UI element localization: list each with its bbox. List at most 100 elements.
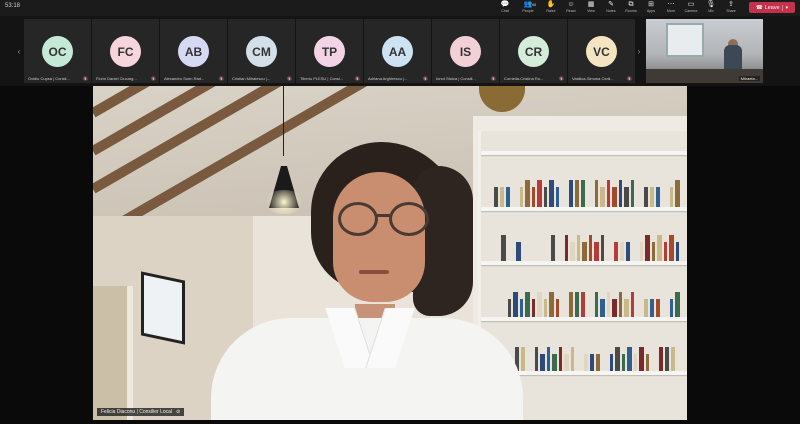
- book: [552, 354, 557, 371]
- book: [575, 180, 579, 207]
- book: [521, 347, 525, 371]
- book: [544, 299, 547, 317]
- book: [676, 242, 679, 261]
- chat-icon: 💬: [500, 1, 510, 8]
- book: [590, 354, 594, 371]
- book: [656, 299, 660, 317]
- leave-button[interactable]: ☎ Leave ▾: [749, 2, 795, 13]
- mic-off-icon: 🔇: [287, 76, 292, 81]
- participant-tile[interactable]: OC Ovidiu Cupsa | Consil... 🔇: [24, 19, 91, 83]
- book: [615, 347, 620, 371]
- participant-tile[interactable]: AA Adriana Arghirescu |... 🔇: [364, 19, 431, 83]
- book: [571, 347, 574, 371]
- apps-icon: ⊞: [648, 1, 654, 8]
- book: [508, 299, 511, 317]
- participant-name: Tiberiu PLEȘU | Consi...: [300, 76, 344, 81]
- book: [626, 242, 630, 261]
- toolbar-mic-button[interactable]: 🎙 Mic: [701, 0, 721, 16]
- book: [540, 354, 545, 371]
- book: [675, 292, 680, 317]
- participant-tile[interactable]: CM Cristian Mihalescu |... 🔇: [228, 19, 295, 83]
- mic-off-icon: 🔇: [627, 76, 632, 81]
- lamp-glow: [263, 190, 305, 214]
- book: [520, 187, 523, 207]
- book: [556, 299, 559, 317]
- book: [612, 187, 617, 207]
- notes-icon: ✎: [608, 1, 614, 8]
- participant-name: Cristian Mihalescu |...: [232, 76, 271, 81]
- book: [646, 354, 649, 371]
- toolbar-label: People: [522, 9, 534, 13]
- toolbar-rooms-button[interactable]: ⧉ Rooms: [621, 0, 641, 16]
- participant-tile[interactable]: FC Florin Daniel Ciucarg... 🔇: [92, 19, 159, 83]
- speaker-name: Felicia Diaconu | Consilier Local: [101, 409, 173, 415]
- mic-off-icon: 🔇: [423, 76, 428, 81]
- participant-tile[interactable]: AB Alexandru Sorin Rad... 🔇: [160, 19, 227, 83]
- toolbar-raise-button[interactable]: ✋ Raise: [541, 0, 561, 16]
- avatar: TP: [314, 36, 345, 67]
- book: [619, 180, 622, 207]
- participant-name: Cornelia-Cristina Ru...: [504, 76, 544, 81]
- strip-prev-icon[interactable]: ‹: [14, 36, 24, 66]
- book: [594, 242, 599, 261]
- toolbar-notes-button[interactable]: ✎ Notes: [601, 0, 621, 16]
- participant-tile[interactable]: IS Ionut Stoica | Consili... 🔇: [432, 19, 499, 83]
- smile-icon: ☺: [567, 1, 575, 8]
- toolbar-label: Rooms: [625, 9, 637, 13]
- book: [650, 299, 654, 317]
- speaker-name-tag: Felicia Diaconu | Consilier Local ⊘: [97, 408, 185, 416]
- participant-video-tile[interactable]: Mihaela...: [646, 19, 763, 83]
- toolbar-controls: 💬 Chat 👥 40 People ✋ Raise ☺ React ▦ View ✎ Notes ⧉ Ro…: [495, 0, 800, 16]
- toolbar-more-button[interactable]: ⋯ More: [661, 0, 681, 16]
- book: [532, 299, 535, 317]
- book: [639, 347, 644, 371]
- book: [595, 180, 598, 207]
- participant-tile[interactable]: TP Tiberiu PLEȘU | Consi... 🔇: [296, 19, 363, 83]
- mic-off-icon: 🔇: [355, 76, 360, 81]
- toolbar-chat-button[interactable]: 💬 Chat: [495, 0, 515, 16]
- book: [656, 187, 660, 207]
- chevron-down-icon[interactable]: ▾: [781, 4, 788, 11]
- book: [624, 187, 629, 207]
- participant-tile[interactable]: VC Vasilica-Simona Ocră... 🔇: [568, 19, 635, 83]
- book: [664, 242, 667, 261]
- toolbar-view-button[interactable]: ▦ View: [581, 0, 601, 16]
- person-face: [333, 172, 425, 302]
- mic-off-icon: 🔇: [559, 76, 564, 81]
- book: [610, 354, 613, 371]
- mic-off-icon: 🔇: [151, 76, 156, 81]
- strip-next-icon[interactable]: ›: [634, 36, 644, 66]
- book: [559, 347, 562, 371]
- participant-name: Ovidiu Cupsa | Consil...: [28, 76, 70, 81]
- main-speaker-video[interactable]: Felicia Diaconu | Consilier Local ⊘: [93, 86, 687, 420]
- toolbar-label: More: [666, 9, 676, 13]
- toolbar-apps-button[interactable]: ⊞ Apps: [641, 0, 661, 16]
- toolbar-label: React: [566, 9, 576, 13]
- book: [650, 187, 654, 207]
- participant-tile[interactable]: CR Cornelia-Cristina Ru... 🔇: [500, 19, 567, 83]
- participant-name: Florin Daniel Ciucarg...: [96, 76, 137, 81]
- book: [500, 187, 504, 207]
- book: [640, 242, 643, 261]
- toolbar-camera-button[interactable]: ▭ Camera: [681, 0, 701, 16]
- toolbar-people-button[interactable]: 👥 40 People: [515, 0, 541, 16]
- book: [575, 292, 579, 317]
- avatar: FC: [110, 36, 141, 67]
- toolbar-share-button[interactable]: ⇪ Share: [721, 0, 741, 16]
- toolbar-react-button[interactable]: ☺ React: [561, 0, 581, 16]
- book: [607, 180, 610, 207]
- more-icon: ⋯: [667, 1, 675, 8]
- book: [595, 292, 598, 317]
- toolbar-label: Chat: [501, 9, 509, 13]
- book: [581, 180, 585, 207]
- book: [537, 292, 542, 317]
- avatar: CR: [518, 36, 549, 67]
- participant-name: Alexandru Sorin Rad...: [164, 76, 205, 81]
- video-participant-name: Mihaela...: [738, 76, 760, 81]
- hand-icon: ✋: [546, 1, 556, 8]
- phone-hangup-icon: ☎: [755, 4, 763, 11]
- book: [584, 354, 588, 371]
- book: [525, 292, 530, 317]
- shelf-board: [481, 151, 687, 155]
- toolbar-label: Share: [726, 9, 736, 13]
